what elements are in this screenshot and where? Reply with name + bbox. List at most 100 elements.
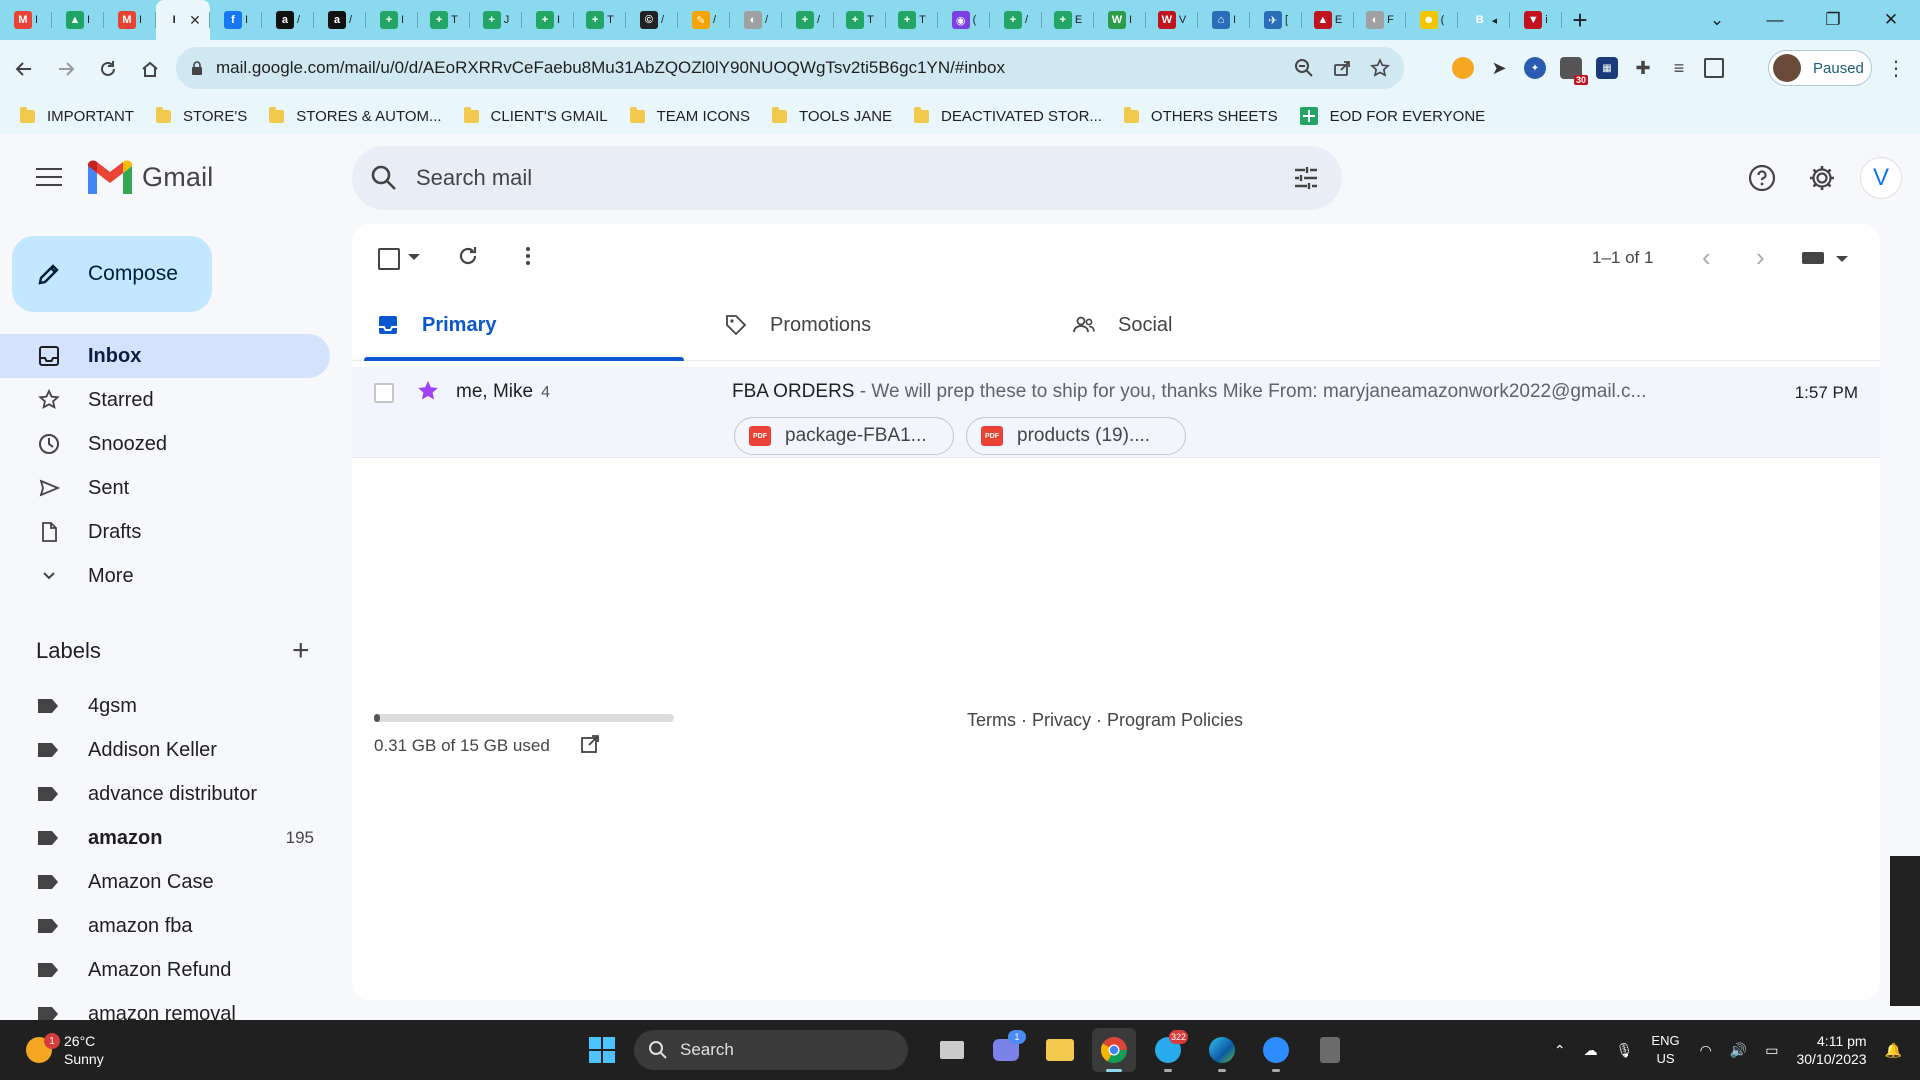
- settings-gear-icon[interactable]: [1800, 156, 1844, 200]
- table-row[interactable]: me, Mike 4 FBA ORDERS - We will prep thes…: [352, 367, 1880, 458]
- sidebar-item-inbox[interactable]: Inbox: [0, 334, 330, 378]
- extension-calendar-icon[interactable]: 30: [1560, 57, 1588, 85]
- browser-tab[interactable]: © /: [626, 0, 678, 40]
- browser-tab[interactable]: ✈[: [1250, 0, 1302, 40]
- reading-list-icon[interactable]: ≡: [1668, 57, 1690, 79]
- label-item[interactable]: amazon removal: [0, 992, 330, 1020]
- external-link-icon[interactable]: [580, 734, 600, 754]
- extension-grid-icon[interactable]: ▦: [1596, 57, 1618, 79]
- edge-icon[interactable]: [1200, 1028, 1244, 1072]
- bookmark-item[interactable]: STORES & AUTOM...: [269, 106, 442, 125]
- footer-links[interactable]: Terms · Privacy · Program Policies: [967, 710, 1243, 731]
- side-panel-icon[interactable]: [1704, 58, 1724, 78]
- browser-tab[interactable]: + J: [470, 0, 522, 40]
- browser-tab[interactable]: a /: [262, 0, 314, 40]
- zoom-icon[interactable]: [1254, 1028, 1298, 1072]
- browser-tab[interactable]: + /: [782, 0, 834, 40]
- main-menu-icon[interactable]: [36, 168, 62, 188]
- url-text[interactable]: mail.google.com/mail/u/0/d/AEoRXRRvCeFae…: [216, 58, 1005, 78]
- extension-arrow-icon[interactable]: ➤: [1488, 57, 1510, 79]
- browser-tab[interactable]: B ◂: [1458, 0, 1510, 40]
- battery-icon[interactable]: ▭: [1765, 1042, 1778, 1059]
- browser-tab-active[interactable]: I ✕: [156, 0, 210, 40]
- browser-tab[interactable]: ◐ /: [730, 0, 782, 40]
- teams-chat-icon[interactable]: 1: [984, 1028, 1028, 1072]
- input-tools-dropdown-icon[interactable]: [1836, 256, 1848, 262]
- bookmark-item[interactable]: EOD FOR EVERYONE: [1299, 107, 1485, 125]
- tab-search-icon[interactable]: ⌄: [1688, 10, 1746, 30]
- message-subject-line[interactable]: FBA ORDERS - We will prep these to ship …: [732, 381, 1646, 403]
- bookmark-item[interactable]: OTHERS SHEETS: [1123, 106, 1278, 125]
- compose-button[interactable]: Compose: [12, 236, 212, 312]
- notifications-bell-icon[interactable]: 🔔: [1885, 1042, 1902, 1059]
- browser-menu-icon[interactable]: ⋮: [1886, 56, 1906, 81]
- onedrive-icon[interactable]: ☁: [1584, 1042, 1598, 1059]
- bookmark-item[interactable]: IMPORTANT: [20, 106, 134, 125]
- sidebar-item-more[interactable]: More: [0, 554, 330, 598]
- task-view-icon[interactable]: [930, 1028, 974, 1072]
- browser-tab[interactable]: MI: [104, 0, 156, 40]
- browser-tab[interactable]: fI: [210, 0, 262, 40]
- select-all-checkbox[interactable]: [378, 248, 400, 270]
- browser-tab[interactable]: ⌂ I: [1198, 0, 1250, 40]
- restore-icon[interactable]: ❐: [1804, 10, 1862, 30]
- address-bar[interactable]: mail.google.com/mail/u/0/d/AEoRXRRvCeFae…: [176, 47, 1404, 89]
- extension-orange-icon[interactable]: [1452, 57, 1474, 79]
- tab-promotions[interactable]: Promotions: [700, 290, 1032, 360]
- older-page-icon[interactable]: ›: [1756, 242, 1765, 273]
- extensions-puzzle-icon[interactable]: ✚: [1632, 57, 1654, 79]
- clock[interactable]: 4:11 pm 30/10/2023: [1796, 1032, 1866, 1068]
- minimize-icon[interactable]: —: [1746, 10, 1804, 30]
- wifi-icon[interactable]: ◠: [1700, 1042, 1712, 1059]
- lock-icon[interactable]: [190, 61, 204, 75]
- bookmark-star-icon[interactable]: [1370, 58, 1390, 78]
- more-actions-icon[interactable]: [516, 244, 540, 268]
- label-item[interactable]: Addison Keller: [0, 728, 330, 772]
- bookmark-item[interactable]: STORE'S: [155, 106, 247, 125]
- windows-start-icon[interactable]: [580, 1028, 624, 1072]
- gmail-logo[interactable]: Gmail: [88, 160, 214, 194]
- help-icon[interactable]: [1740, 156, 1784, 200]
- attachment-chip[interactable]: PDF products (19)....: [966, 417, 1186, 455]
- bookmark-item[interactable]: TEAM ICONS: [629, 106, 750, 125]
- browser-tab[interactable]: WI: [1094, 0, 1146, 40]
- forward-icon[interactable]: [48, 51, 84, 87]
- close-tab-icon[interactable]: ✕: [189, 12, 201, 29]
- home-icon[interactable]: [132, 51, 168, 87]
- chrome-icon[interactable]: [1092, 1028, 1136, 1072]
- browser-tab[interactable]: WV: [1146, 0, 1198, 40]
- bookmark-item[interactable]: DEACTIVATED STOR...: [914, 106, 1102, 125]
- sidebar-item-snoozed[interactable]: Snoozed: [0, 422, 330, 466]
- sidebar-item-drafts[interactable]: Drafts: [0, 510, 330, 554]
- account-avatar[interactable]: V: [1860, 157, 1902, 199]
- close-window-icon[interactable]: ✕: [1862, 10, 1920, 30]
- browser-tab[interactable]: ◉(: [938, 0, 990, 40]
- sidebar-item-starred[interactable]: Starred: [0, 378, 330, 422]
- back-icon[interactable]: [6, 51, 42, 87]
- file-explorer-icon[interactable]: [1038, 1028, 1082, 1072]
- reload-icon[interactable]: [90, 51, 126, 87]
- volume-icon[interactable]: 🔊: [1730, 1042, 1747, 1059]
- sidebar-item-sent[interactable]: Sent: [0, 466, 330, 510]
- tray-chevron-icon[interactable]: ⌃: [1554, 1042, 1566, 1059]
- share-icon[interactable]: [1332, 58, 1352, 78]
- telegram-icon[interactable]: 322: [1146, 1028, 1190, 1072]
- label-item[interactable]: Amazon Case: [0, 860, 330, 904]
- label-item[interactable]: 4gsm: [0, 684, 330, 728]
- search-input[interactable]: Search mail: [416, 165, 532, 191]
- browser-tab[interactable]: a /: [314, 0, 366, 40]
- bookmark-item[interactable]: TOOLS JANE: [771, 106, 892, 125]
- browser-tab[interactable]: + T: [574, 0, 626, 40]
- microphone-icon[interactable]: 🎙: [1616, 1042, 1634, 1059]
- browser-tab[interactable]: ▲ E: [1302, 0, 1354, 40]
- browser-tab[interactable]: + I: [522, 0, 574, 40]
- profile-button[interactable]: Paused: [1768, 50, 1872, 86]
- tab-primary[interactable]: Primary: [352, 290, 684, 361]
- create-label-icon[interactable]: +: [292, 634, 310, 668]
- browser-tab[interactable]: + T: [418, 0, 470, 40]
- taskbar-search[interactable]: Search: [634, 1030, 908, 1070]
- star-icon[interactable]: [416, 379, 440, 403]
- refresh-icon[interactable]: [456, 244, 480, 268]
- browser-tab[interactable]: + /: [990, 0, 1042, 40]
- attachment-chip[interactable]: PDF package-FBA1...: [734, 417, 954, 455]
